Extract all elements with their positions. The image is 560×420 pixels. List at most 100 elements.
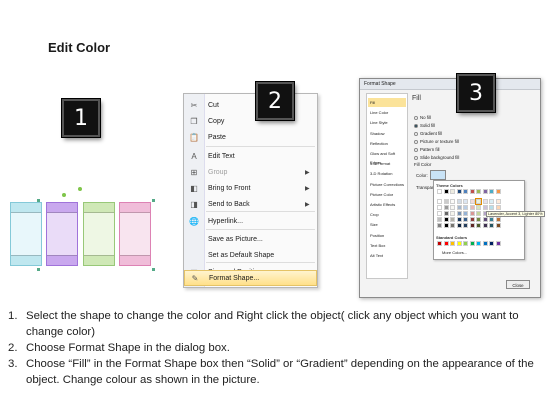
theme-color-swatch[interactable] — [463, 205, 468, 210]
theme-color-swatch[interactable] — [463, 223, 468, 228]
theme-color-swatch[interactable] — [489, 205, 494, 210]
theme-color-swatch[interactable] — [476, 211, 481, 216]
nav-item-alt-text[interactable]: Alt Text — [368, 251, 406, 260]
theme-color-swatch[interactable] — [482, 199, 488, 204]
theme-color-swatch[interactable] — [463, 189, 468, 194]
nav-item-line-color[interactable]: Line Color — [368, 108, 406, 117]
theme-color-swatch[interactable] — [495, 205, 501, 210]
nav-item-3-d-rotation[interactable]: 3-D Rotation — [368, 169, 406, 178]
theme-color-swatch[interactable] — [482, 189, 488, 194]
theme-color-swatch[interactable] — [469, 199, 475, 204]
nav-item-picture-corrections[interactable]: Picture Corrections — [368, 180, 406, 189]
menu-item-paste[interactable]: 📋 Paste — [184, 129, 317, 145]
selection-handle[interactable] — [152, 268, 155, 271]
standard-color-swatch[interactable] — [469, 241, 475, 246]
theme-color-swatch[interactable] — [456, 223, 462, 228]
theme-color-swatch[interactable] — [495, 189, 501, 194]
theme-color-swatch[interactable] — [463, 211, 468, 216]
menu-item-send-to-back[interactable]: ◨ Send to Back ▶ — [184, 196, 317, 212]
theme-color-swatch[interactable] — [469, 223, 475, 228]
nav-item-position[interactable]: Position — [368, 231, 406, 240]
standard-color-swatch[interactable] — [437, 241, 442, 246]
standard-color-swatch[interactable] — [463, 241, 468, 246]
theme-color-swatch[interactable] — [469, 211, 475, 216]
radio-slide-background-fill[interactable]: Slide background fill — [414, 155, 459, 160]
theme-color-swatch[interactable] — [443, 211, 449, 216]
theme-color-swatch[interactable] — [489, 189, 494, 194]
radio-gradient-fill[interactable]: Gradient fill — [414, 131, 442, 136]
theme-color-swatch[interactable] — [443, 223, 449, 228]
selection-handle[interactable] — [152, 199, 155, 202]
theme-color-swatch[interactable] — [476, 217, 481, 222]
menu-item-bring-to-front[interactable]: ◧ Bring to Front ▶ — [184, 180, 317, 196]
standard-color-swatch[interactable] — [495, 241, 501, 246]
theme-color-swatch[interactable] — [450, 189, 455, 194]
nav-item-reflection[interactable]: Reflection — [368, 139, 406, 148]
shape-column[interactable] — [83, 202, 115, 266]
standard-color-swatch[interactable] — [482, 241, 488, 246]
theme-color-swatch[interactable] — [443, 217, 449, 222]
theme-color-swatch[interactable] — [489, 217, 494, 222]
menu-item-edit-text[interactable]: A Edit Text — [184, 148, 317, 164]
theme-color-swatch[interactable] — [489, 223, 494, 228]
theme-color-swatch[interactable] — [482, 223, 488, 228]
radio-picture-or-texture-fill[interactable]: Picture or texture fill — [414, 139, 459, 144]
theme-color-swatch[interactable] — [469, 217, 475, 222]
rotation-handle[interactable] — [62, 193, 66, 197]
theme-color-swatch[interactable] — [456, 217, 462, 222]
menu-item-format-shape[interactable]: ✎ Format Shape... — [184, 270, 317, 286]
standard-color-swatch[interactable] — [443, 241, 449, 246]
theme-color-swatch[interactable] — [469, 189, 475, 194]
theme-color-swatch[interactable] — [437, 217, 442, 222]
theme-color-swatch[interactable] — [489, 199, 494, 204]
shape-column[interactable] — [46, 202, 78, 266]
theme-color-swatch[interactable] — [443, 189, 449, 194]
rotation-handle[interactable] — [78, 187, 82, 191]
theme-color-swatch[interactable] — [443, 199, 449, 204]
theme-color-swatch[interactable] — [443, 205, 449, 210]
standard-color-swatch[interactable] — [456, 241, 462, 246]
theme-color-swatch[interactable] — [475, 198, 482, 205]
menu-item-set-as-default-shape[interactable]: Set as Default Shape — [184, 247, 317, 263]
nav-item-size[interactable]: Size — [368, 220, 406, 229]
menu-item-hyperlink[interactable]: 🌐 Hyperlink... — [184, 213, 317, 229]
theme-color-swatch[interactable] — [456, 189, 462, 194]
theme-color-swatch[interactable] — [463, 217, 468, 222]
theme-color-swatch[interactable] — [437, 211, 442, 216]
theme-color-swatch[interactable] — [456, 211, 462, 216]
theme-color-swatch[interactable] — [495, 199, 501, 204]
theme-color-swatch[interactable] — [450, 211, 455, 216]
theme-color-swatch[interactable] — [476, 205, 481, 210]
menu-item-save-as-picture[interactable]: Save as Picture... — [184, 231, 317, 247]
nav-item-3-d-format[interactable]: 3-D Format — [368, 159, 406, 168]
theme-color-swatch[interactable] — [476, 223, 481, 228]
theme-color-swatch[interactable] — [437, 189, 442, 194]
standard-color-swatch[interactable] — [489, 241, 494, 246]
shape-column[interactable] — [119, 202, 151, 266]
standard-color-swatch[interactable] — [450, 241, 455, 246]
theme-color-swatch[interactable] — [482, 217, 488, 222]
standard-color-swatch[interactable] — [476, 241, 481, 246]
shape-column[interactable] — [10, 202, 42, 266]
theme-color-swatch[interactable] — [456, 199, 462, 204]
menu-item-cut[interactable]: ✂ Cut — [184, 97, 317, 113]
theme-color-swatch[interactable] — [437, 205, 442, 210]
theme-color-swatch[interactable] — [495, 223, 501, 228]
selection-handle[interactable] — [37, 268, 40, 271]
menu-item-copy[interactable]: ❐ Copy — [184, 113, 317, 129]
theme-color-swatch[interactable] — [450, 199, 455, 204]
theme-color-swatch[interactable] — [495, 217, 501, 222]
nav-item-shadow[interactable]: Shadow — [368, 129, 406, 138]
selection-handle[interactable] — [37, 199, 40, 202]
more-colors-link[interactable]: More Colors... — [442, 250, 467, 255]
theme-color-swatch[interactable] — [476, 189, 481, 194]
nav-item-crop[interactable]: Crop — [368, 210, 406, 219]
nav-item-glow-and-soft-edges[interactable]: Glow and Soft Edges — [368, 149, 406, 165]
nav-item-fill[interactable]: Fill — [368, 98, 406, 107]
nav-item-line-style[interactable]: Line Style — [368, 118, 406, 127]
theme-color-swatch[interactable] — [437, 223, 442, 228]
theme-color-swatch[interactable] — [450, 217, 455, 222]
color-picker-button[interactable] — [430, 170, 446, 180]
theme-color-swatch[interactable] — [482, 205, 488, 210]
nav-item-text-box[interactable]: Text Box — [368, 241, 406, 250]
